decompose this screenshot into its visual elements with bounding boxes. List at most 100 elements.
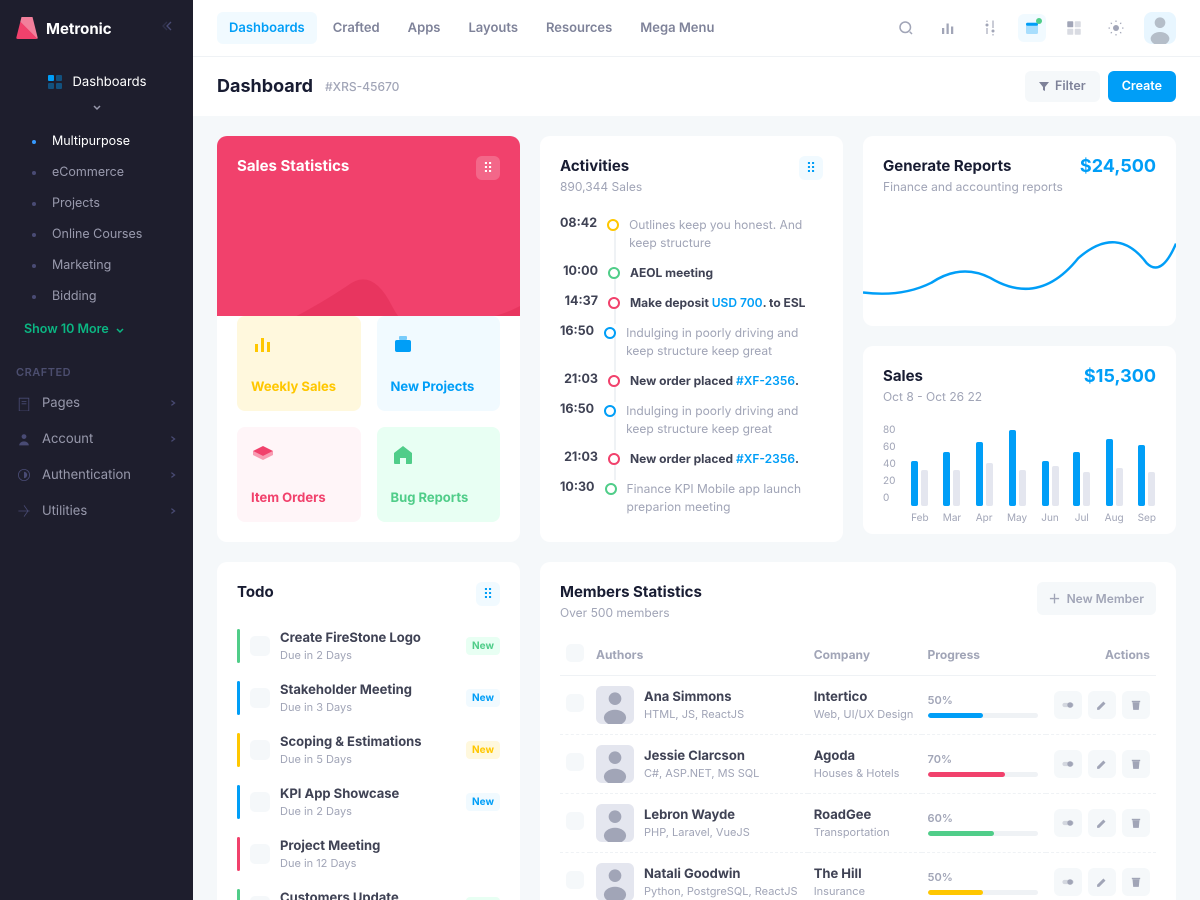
table-row: Jessie ClarcsonC#, ASP.NET, MS SQLAgodaH… xyxy=(560,735,1156,794)
row-checkbox[interactable] xyxy=(566,812,584,830)
bar-Mar: Mar xyxy=(943,426,961,524)
toggle-icon[interactable] xyxy=(1054,691,1082,719)
sidebar-show-more[interactable]: Show 10 More xyxy=(0,312,193,347)
todo-checkbox[interactable] xyxy=(250,688,270,708)
todo-item[interactable]: Customers UpdateDue in 1 weekNew xyxy=(237,880,500,900)
user-avatar[interactable] xyxy=(1144,12,1176,44)
todo-list: Create FireStone LogoDue in 2 DaysNewSta… xyxy=(237,620,500,900)
tile-item-orders[interactable]: Item Orders xyxy=(237,427,361,522)
page-ref: #XRS-45670 xyxy=(325,79,399,94)
bar-Aug: Aug xyxy=(1105,426,1124,524)
todo-checkbox[interactable] xyxy=(250,792,270,812)
todo-item[interactable]: Project MeetingDue in 12 Days xyxy=(237,828,500,880)
topnav-mega-menu[interactable]: Mega Menu xyxy=(628,12,726,44)
timeline-link[interactable]: #XF-2356 xyxy=(736,451,795,466)
todo-more-icon[interactable]: ⠿ xyxy=(476,582,500,606)
timeline-item: 21:03New order placed #XF-2356. xyxy=(560,444,823,474)
select-all-checkbox[interactable] xyxy=(566,644,584,662)
notifications-icon[interactable] xyxy=(1018,14,1046,42)
table-row: Ana SimmonsHTML, JS, ReactJSInterticoWeb… xyxy=(560,676,1156,735)
topnav-dashboards[interactable]: Dashboards xyxy=(217,12,317,44)
topnav-layouts[interactable]: Layouts xyxy=(456,12,530,44)
todo-checkbox[interactable] xyxy=(250,844,270,864)
todo-item[interactable]: Scoping & EstimationsDue in 5 DaysNew xyxy=(237,724,500,776)
sales-stats-more-icon[interactable]: ⠿ xyxy=(476,156,500,180)
topnav-crafted[interactable]: Crafted xyxy=(321,12,392,44)
new-member-button[interactable]: ＋New Member xyxy=(1037,582,1156,615)
timeline-item: 10:30Finance KPI Mobile app launch prepa… xyxy=(560,474,823,522)
edit-icon[interactable] xyxy=(1088,691,1116,719)
reports-card: Generate Reports Finance and accounting … xyxy=(863,136,1176,326)
todo-item[interactable]: KPI App ShowcaseDue in 2 DaysNew xyxy=(237,776,500,828)
adjust-icon[interactable] xyxy=(976,14,1004,42)
todo-checkbox[interactable] xyxy=(250,636,270,656)
topnav-apps[interactable]: Apps xyxy=(396,12,453,44)
toggle-icon[interactable] xyxy=(1054,750,1082,778)
edit-icon[interactable] xyxy=(1088,868,1116,896)
content-grid: Sales Statistics ⠿ Weekly Sales New Proj… xyxy=(193,116,1200,900)
delete-icon[interactable] xyxy=(1122,750,1150,778)
member-avatar xyxy=(596,863,634,900)
activities-more-icon[interactable]: ⠿ xyxy=(799,156,823,180)
todo-item[interactable]: Stakeholder MeetingDue in 3 DaysNew xyxy=(237,672,500,724)
timeline-item: 10:00AEOL meeting xyxy=(560,258,823,288)
todo-item[interactable]: Create FireStone LogoDue in 2 DaysNew xyxy=(237,620,500,672)
activities-card: Activities 890,344 Sales ⠿ 08:42Outlines… xyxy=(540,136,843,542)
edit-icon[interactable] xyxy=(1088,809,1116,837)
sidebar-item-account[interactable]: Account xyxy=(0,421,193,457)
sidebar-item-multipurpose[interactable]: Multipurpose xyxy=(16,126,193,157)
sidebar-collapse-icon[interactable] xyxy=(161,18,177,38)
sidebar-item-authentication[interactable]: Authentication xyxy=(0,457,193,493)
timeline-item: 16:50Indulging in poorly driving and kee… xyxy=(560,318,823,366)
tile-new-projects[interactable]: New Projects xyxy=(377,316,501,411)
reports-sub: Finance and accounting reports xyxy=(883,179,1063,194)
table-row: Natali GoodwinPython, PostgreSQL, ReactJ… xyxy=(560,853,1156,900)
apps-grid-icon[interactable] xyxy=(1060,14,1088,42)
reports-title: Generate Reports xyxy=(883,156,1063,175)
brand-logo[interactable]: Metronic xyxy=(16,17,112,39)
brand-mark-icon xyxy=(16,17,38,39)
topnav-resources[interactable]: Resources xyxy=(534,12,624,44)
member-avatar xyxy=(596,804,634,842)
sidebar-item-pages[interactable]: Pages xyxy=(0,385,193,421)
sidebar-menu: Dashboards MultipurposeeCommerceProjects… xyxy=(0,56,193,900)
filter-button[interactable]: Filter xyxy=(1025,71,1100,102)
salesbar-value: $15,300 xyxy=(1084,366,1156,387)
sidebar-item-bidding[interactable]: Bidding xyxy=(16,281,193,312)
todo-checkbox[interactable] xyxy=(250,740,270,760)
tile-bug-reports[interactable]: Bug Reports xyxy=(377,427,501,522)
theme-icon[interactable] xyxy=(1102,14,1130,42)
toggle-icon[interactable] xyxy=(1054,809,1082,837)
timeline-item: 16:50Indulging in poorly driving and kee… xyxy=(560,396,823,444)
sidebar-item-marketing[interactable]: Marketing xyxy=(16,250,193,281)
brand-header: Metronic xyxy=(0,0,193,56)
row-checkbox[interactable] xyxy=(566,694,584,712)
sidebar-item-projects[interactable]: Projects xyxy=(16,188,193,219)
timeline-link[interactable]: USD 700 xyxy=(712,295,763,310)
todo-checkbox[interactable] xyxy=(250,896,270,900)
delete-icon[interactable] xyxy=(1122,691,1150,719)
delete-icon[interactable] xyxy=(1122,868,1150,896)
timeline-item: 14:37Make deposit USD 700. to ESL xyxy=(560,288,823,318)
todo-title: Todo xyxy=(237,582,274,601)
sidebar-item-dashboards[interactable]: Dashboards xyxy=(0,64,193,126)
timeline-link[interactable]: #XF-2356 xyxy=(736,373,795,388)
page-title: Dashboard #XRS-45670 xyxy=(217,76,399,97)
edit-icon[interactable] xyxy=(1088,750,1116,778)
sidebar-item-ecommerce[interactable]: eCommerce xyxy=(16,157,193,188)
sidebar-item-online-courses[interactable]: Online Courses xyxy=(16,219,193,250)
timeline-item: 08:42Outlines keep you honest. And keep … xyxy=(560,210,823,258)
search-icon[interactable] xyxy=(892,14,920,42)
members-table: AuthorsCompanyProgressActions Ana Simmon… xyxy=(560,634,1156,900)
row-checkbox[interactable] xyxy=(566,753,584,771)
sidebar-item-utilities[interactable]: Utilities xyxy=(0,493,193,529)
toggle-icon[interactable] xyxy=(1054,868,1082,896)
delete-icon[interactable] xyxy=(1122,809,1150,837)
tile-weekly-sales[interactable]: Weekly Sales xyxy=(237,316,361,411)
create-button[interactable]: Create xyxy=(1108,71,1176,102)
row-checkbox[interactable] xyxy=(566,871,584,889)
stats-icon[interactable] xyxy=(934,14,962,42)
activities-title: Activities xyxy=(560,156,642,175)
bar-Jun: Jun xyxy=(1041,426,1059,524)
reports-sparkline xyxy=(863,224,1176,322)
